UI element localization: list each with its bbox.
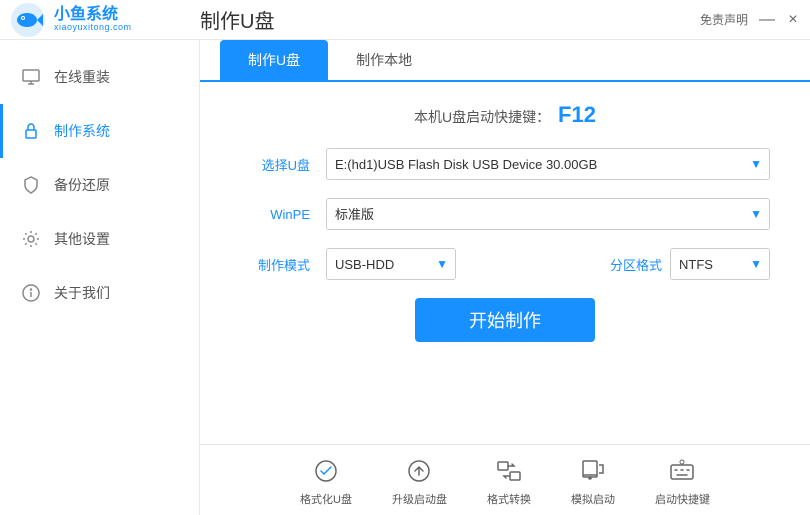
hint-key: F12 <box>558 102 596 127</box>
sidebar-label-other-settings: 其他设置 <box>54 229 110 249</box>
content-area: 制作U盘 制作本地 本机U盘启动快捷键： F12 选择U盘 E:(hd1)USB… <box>200 40 810 515</box>
toolbar-label-format-usb: 格式化U盘 <box>300 491 352 507</box>
sidebar-label-about-us: 关于我们 <box>54 283 110 303</box>
toolbar-label-boot-shortcut: 启动快捷键 <box>655 491 710 507</box>
sidebar-label-backup-restore: 备份还原 <box>54 175 110 195</box>
mode-group: 制作模式 USB-HDD ▼ <box>240 248 594 280</box>
usb-row: 选择U盘 E:(hd1)USB Flash Disk USB Device 30… <box>240 148 770 180</box>
format-icon <box>310 455 342 487</box>
partition-group: 分区格式 NTFS ▼ <box>610 248 770 280</box>
mode-select-wrapper: USB-HDD ▼ <box>326 248 456 280</box>
gear-icon <box>20 228 42 250</box>
hint-prefix: 本机U盘启动快捷键： <box>414 109 550 125</box>
toolbar-label-format-convert: 格式转换 <box>487 491 531 507</box>
mode-label: 制作模式 <box>240 255 310 274</box>
toolbar-label-simulate-boot: 模拟启动 <box>571 491 615 507</box>
close-button[interactable]: × <box>786 13 800 27</box>
title-controls: 免责声明 — × <box>700 11 800 28</box>
winpe-select[interactable]: 标准版 <box>326 198 770 230</box>
form-area: 本机U盘启动快捷键： F12 选择U盘 E:(hd1)USB Flash Dis… <box>200 82 810 444</box>
toolbar-item-format-usb[interactable]: 格式化U盘 <box>300 455 352 507</box>
logo-text: 小鱼系统 xiaoyuxitong.com <box>54 6 132 33</box>
sidebar-item-make-system[interactable]: 制作系统 <box>0 104 199 158</box>
partition-select-wrapper: NTFS ▼ <box>670 248 770 280</box>
sidebar-item-backup-restore[interactable]: 备份还原 <box>0 158 199 212</box>
toolbar-label-upgrade-boot: 升级启动盘 <box>392 491 447 507</box>
upgrade-icon <box>403 455 435 487</box>
sidebar-item-about-us[interactable]: 关于我们 <box>0 266 199 320</box>
shield-icon <box>20 174 42 196</box>
sidebar: 在线重装 制作系统 备份还原 <box>0 40 200 515</box>
toolbar-item-format-convert[interactable]: 格式转换 <box>487 455 531 507</box>
info-icon <box>20 282 42 304</box>
minimize-button[interactable]: — <box>760 13 774 27</box>
toolbar-item-boot-shortcut[interactable]: 启动快捷键 <box>655 455 710 507</box>
logo-sub: xiaoyuxitong.com <box>54 23 132 33</box>
logo-area: 小鱼系统 xiaoyuxitong.com <box>10 2 132 38</box>
usb-label: 选择U盘 <box>240 155 310 174</box>
tab-make-local[interactable]: 制作本地 <box>328 40 440 80</box>
partition-label: 分区格式 <box>610 255 662 274</box>
lock-icon <box>20 120 42 142</box>
toolbar-item-simulate-boot[interactable]: 模拟启动 <box>571 455 615 507</box>
sidebar-label-make-system: 制作系统 <box>54 121 110 141</box>
mode-select[interactable]: USB-HDD <box>326 248 456 280</box>
tab-make-usb[interactable]: 制作U盘 <box>220 40 328 80</box>
winpe-select-wrapper: 标准版 ▼ <box>326 198 770 230</box>
monitor-icon <box>20 66 42 88</box>
main-layout: 在线重装 制作系统 备份还原 <box>0 40 810 515</box>
partition-select[interactable]: NTFS <box>670 248 770 280</box>
start-button[interactable]: 开始制作 <box>415 298 595 342</box>
tabs: 制作U盘 制作本地 <box>200 40 810 82</box>
title-bar: 小鱼系统 xiaoyuxitong.com 制作U盘 免责声明 — × <box>0 0 810 40</box>
sidebar-item-online-reinstall[interactable]: 在线重装 <box>0 50 199 104</box>
logo-fish-icon <box>10 2 46 38</box>
usb-select[interactable]: E:(hd1)USB Flash Disk USB Device 30.00GB <box>326 148 770 180</box>
sidebar-item-other-settings[interactable]: 其他设置 <box>0 212 199 266</box>
convert-icon <box>493 455 525 487</box>
bottom-toolbar: 格式化U盘 升级启动盘 <box>200 444 810 515</box>
toolbar-item-upgrade-boot[interactable]: 升级启动盘 <box>392 455 447 507</box>
logo-main: 小鱼系统 <box>54 6 132 24</box>
winpe-label: WinPE <box>240 207 310 222</box>
keyboard-icon <box>666 455 698 487</box>
simulate-icon <box>577 455 609 487</box>
usb-select-wrapper: E:(hd1)USB Flash Disk USB Device 30.00GB… <box>326 148 770 180</box>
mode-partition-row: 制作模式 USB-HDD ▼ 分区格式 NTFS ▼ <box>240 248 770 280</box>
winpe-row: WinPE 标准版 ▼ <box>240 198 770 230</box>
disclaimer-button[interactable]: 免责声明 <box>700 11 748 28</box>
page-title: 制作U盘 <box>200 5 274 34</box>
sidebar-label-online-reinstall: 在线重装 <box>54 67 110 87</box>
hint-row: 本机U盘启动快捷键： F12 <box>240 102 770 128</box>
